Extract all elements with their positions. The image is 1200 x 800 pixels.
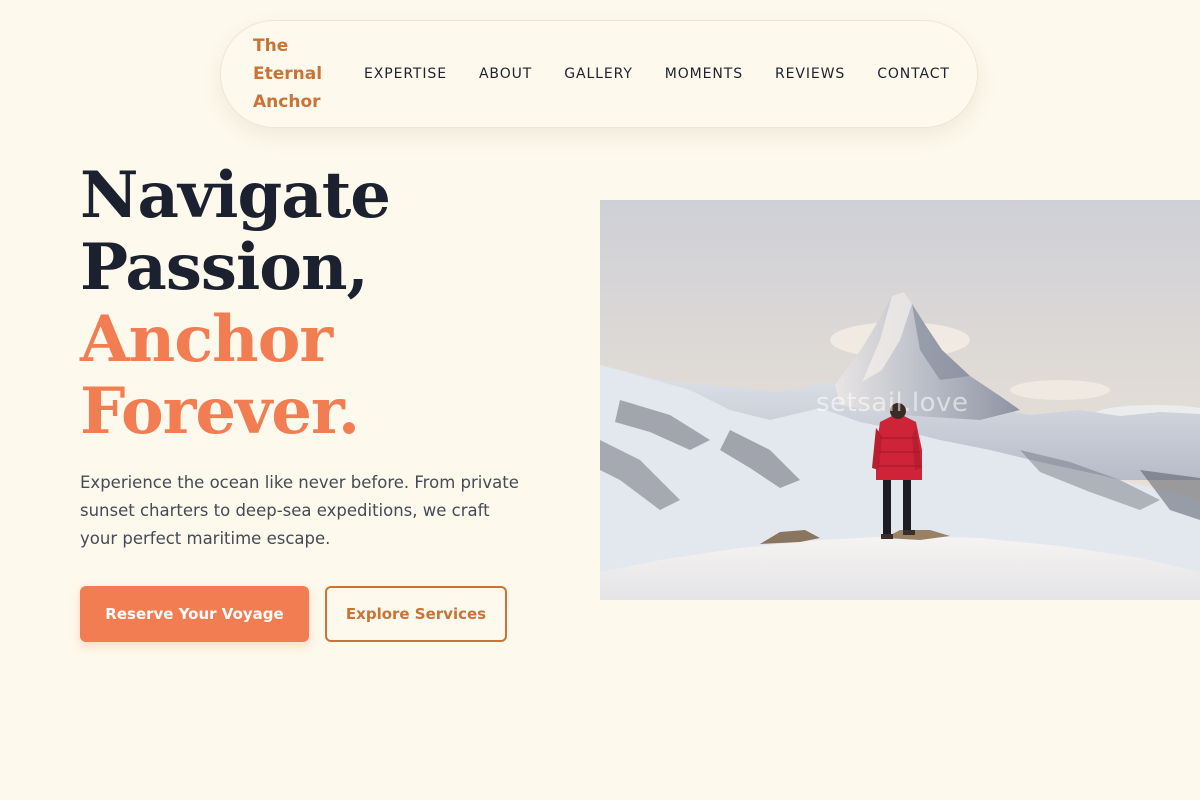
landing-page: The Eternal Anchor EXPERTISE ABOUT GALLE… <box>0 0 1200 800</box>
brand-line: Anchor <box>253 92 321 112</box>
explore-services-button[interactable]: Explore Services <box>325 586 507 642</box>
brand-logo[interactable]: The Eternal Anchor <box>253 32 331 116</box>
hero-image: setsail.love <box>600 200 1200 600</box>
reserve-voyage-button[interactable]: Reserve Your Voyage <box>80 586 309 642</box>
brand-line: The <box>253 36 289 56</box>
nav-bar: The Eternal Anchor EXPERTISE ABOUT GALLE… <box>220 20 978 128</box>
nav-link-reviews[interactable]: REVIEWS <box>775 66 845 82</box>
nav-link-expertise[interactable]: EXPERTISE <box>364 66 447 82</box>
hero-description: Experience the ocean like never before. … <box>80 473 519 548</box>
hero-title-accent-line: Forever. <box>80 374 360 449</box>
hero-title: Navigate Passion, Anchor Forever. <box>80 158 391 449</box>
nav-link-contact[interactable]: CONTACT <box>877 66 950 82</box>
nav-link-moments[interactable]: MOMENTS <box>665 66 743 82</box>
nav-link-gallery[interactable]: GALLERY <box>564 66 633 82</box>
hero-title-line: Passion, <box>80 230 369 305</box>
image-watermark: setsail.love <box>816 388 969 418</box>
hero-title-line: Navigate <box>80 158 391 233</box>
hero-title-accent-line: Anchor <box>80 302 333 377</box>
brand-line: Eternal <box>253 64 323 84</box>
nav-link-about[interactable]: ABOUT <box>479 66 532 82</box>
nav-links: EXPERTISE ABOUT GALLERY MOMENTS REVIEWS … <box>364 66 950 82</box>
